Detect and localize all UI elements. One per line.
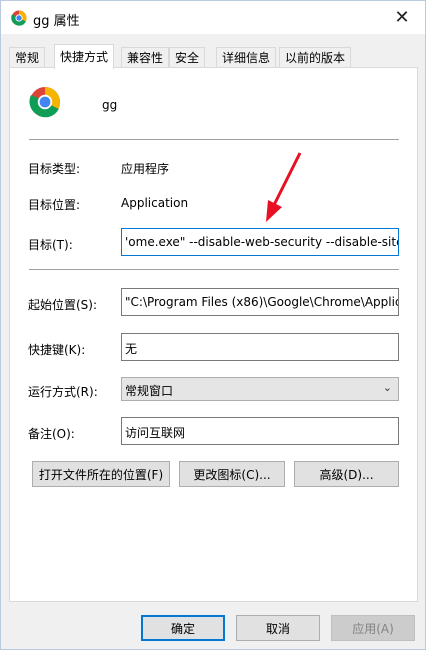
annotation-arrow — [266, 152, 302, 222]
tab-shortcut[interactable]: 快捷方式 — [54, 44, 115, 69]
